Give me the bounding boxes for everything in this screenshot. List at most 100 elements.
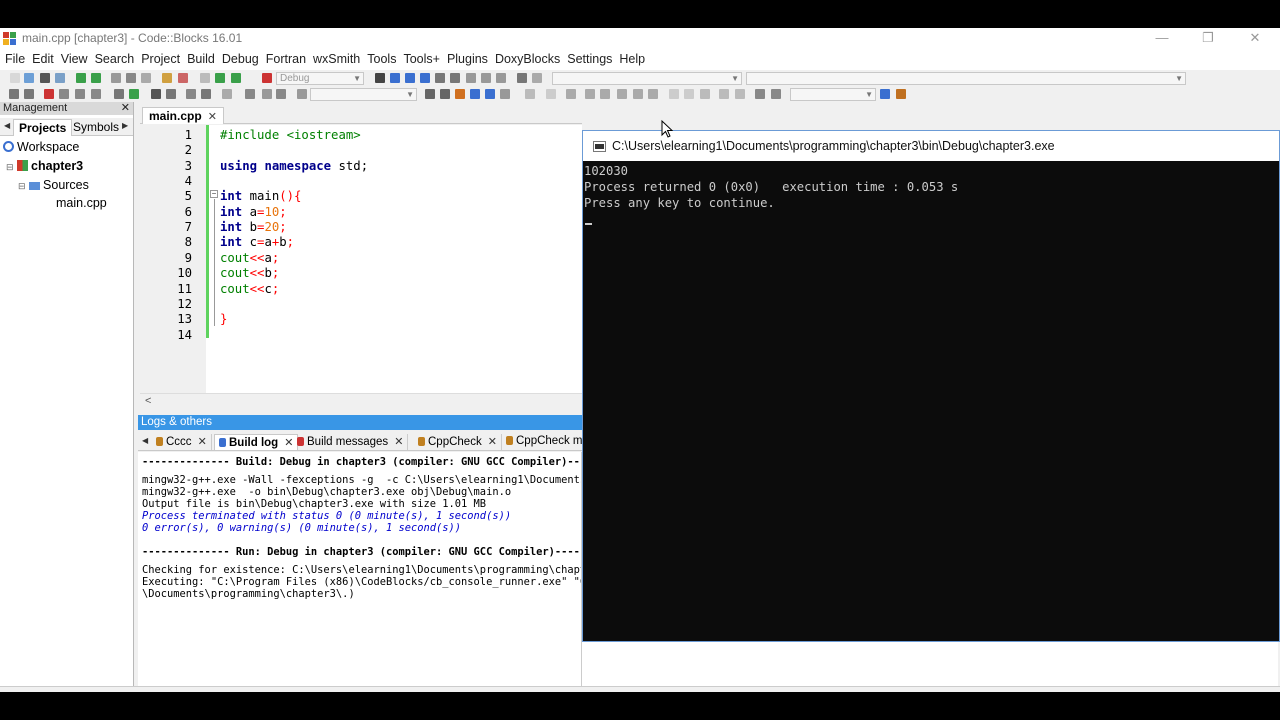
toolbar-btn-13-icon[interactable] <box>231 73 241 83</box>
toolbar-dropdown-1[interactable]: ▼ <box>552 72 742 85</box>
nav-btn-7-icon[interactable] <box>129 89 139 99</box>
toolbar-btn-11-icon[interactable] <box>200 73 210 83</box>
minimize-button[interactable]: — <box>1139 28 1185 50</box>
search-btn-1-icon[interactable] <box>896 89 906 99</box>
toolbar-btn-1-icon[interactable] <box>24 73 34 83</box>
symbol-select[interactable]: ▼ <box>310 88 417 101</box>
menu-settings[interactable]: Settings <box>564 50 615 70</box>
nav-btn-12-icon[interactable] <box>222 89 232 99</box>
tree-project[interactable]: ⊟ chapter3 <box>6 159 83 173</box>
code-line[interactable]: cout<<b; <box>220 266 279 281</box>
close-icon[interactable]: ✕ <box>198 436 207 448</box>
code-line[interactable]: int b=20; <box>220 220 287 235</box>
console-title-bar[interactable]: C:\Users\elearning1\Documents\programmin… <box>583 131 1279 161</box>
editor-tab-main[interactable]: main.cpp ✕ <box>142 107 224 124</box>
debug-btn-9-icon[interactable] <box>517 73 527 83</box>
toolbar-btn-14-icon[interactable] <box>262 73 272 83</box>
nav-btn-5-icon[interactable] <box>91 89 101 99</box>
tab-projects[interactable]: Projects <box>13 119 73 136</box>
management-close-icon[interactable]: ✕ <box>121 102 130 115</box>
console-output[interactable]: 102030 Process returned 0 (0x0) execution… <box>583 161 1279 641</box>
code-line[interactable]: using namespace std; <box>220 159 368 174</box>
tab-scroll-left-icon[interactable]: ◀ <box>142 436 148 445</box>
nav-btn-16-icon[interactable] <box>297 89 307 99</box>
tree-workspace[interactable]: Workspace <box>3 140 79 154</box>
menu-fortran[interactable]: Fortran <box>263 50 309 70</box>
debug-btn-2-icon[interactable] <box>405 73 415 83</box>
code-editor[interactable]: − 1 #include <iostream> 2 3 using namespace … <box>140 125 582 393</box>
nav-btn-2-icon[interactable] <box>44 89 54 99</box>
debug-btn-10-icon[interactable] <box>532 73 542 83</box>
toolbar-btn-3-icon[interactable] <box>55 73 65 83</box>
debug-btn-0-icon[interactable] <box>375 73 385 83</box>
code-line[interactable]: } <box>220 312 227 327</box>
tab-scroll-left-icon[interactable]: ◀ <box>4 121 10 130</box>
menu-project[interactable]: Project <box>138 50 183 70</box>
toolbar-btn-2-icon[interactable] <box>40 73 50 83</box>
debug-btn-4-icon[interactable] <box>435 73 445 83</box>
doc-btn-3-icon[interactable] <box>470 89 480 99</box>
doc-btn-0-icon[interactable] <box>425 89 435 99</box>
doc-btn-19-icon[interactable] <box>755 89 765 99</box>
debug-btn-3-icon[interactable] <box>420 73 430 83</box>
toolbar-dropdown-2[interactable]: ▼ <box>746 72 1186 85</box>
doc-btn-20-icon[interactable] <box>771 89 781 99</box>
nav-btn-3-icon[interactable] <box>59 89 69 99</box>
tab-build-messages[interactable]: Build messages ✕ <box>293 434 409 450</box>
nav-btn-11-icon[interactable] <box>201 89 211 99</box>
nav-btn-8-icon[interactable] <box>151 89 161 99</box>
toolbar-btn-4-icon[interactable] <box>76 73 86 83</box>
debug-btn-5-icon[interactable] <box>450 73 460 83</box>
doc-btn-13-icon[interactable] <box>648 89 658 99</box>
doc-btn-17-icon[interactable] <box>719 89 729 99</box>
maximize-button[interactable]: ❐ <box>1185 28 1231 50</box>
collapse-icon[interactable]: ⊟ <box>6 162 14 172</box>
code-line[interactable]: int main(){ <box>220 189 301 204</box>
doc-btn-8-icon[interactable] <box>566 89 576 99</box>
tab-symbols[interactable]: Symbols <box>68 119 124 136</box>
code-line[interactable]: cout<<c; <box>220 282 279 297</box>
tab-scroll-right-icon[interactable]: ▶ <box>122 121 128 130</box>
nav-btn-1-icon[interactable] <box>24 89 34 99</box>
toolbar-btn-5-icon[interactable] <box>91 73 101 83</box>
nav-btn-14-icon[interactable] <box>262 89 272 99</box>
doc-btn-6-icon[interactable] <box>525 89 535 99</box>
menu-file[interactable]: File <box>2 50 28 70</box>
tree-file-main[interactable]: main.cpp <box>56 196 107 210</box>
toolbar-btn-7-icon[interactable] <box>126 73 136 83</box>
search-select[interactable]: ▼ <box>790 88 876 101</box>
doc-btn-9-icon[interactable] <box>585 89 595 99</box>
toolbar-btn-12-icon[interactable] <box>215 73 225 83</box>
title-bar[interactable]: main.cpp [chapter3] - Code::Blocks 16.01… <box>0 28 1280 50</box>
nav-btn-13-icon[interactable] <box>245 89 255 99</box>
doc-btn-15-icon[interactable] <box>684 89 694 99</box>
menu-build[interactable]: Build <box>184 50 218 70</box>
close-button[interactable]: ✕ <box>1232 28 1278 50</box>
doc-btn-10-icon[interactable] <box>600 89 610 99</box>
menu-debug[interactable]: Debug <box>219 50 262 70</box>
build-log-output[interactable]: -------------- Build: Debug in chapter3 … <box>138 452 582 686</box>
doc-btn-16-icon[interactable] <box>700 89 710 99</box>
doc-btn-14-icon[interactable] <box>669 89 679 99</box>
search-btn-0-icon[interactable] <box>880 89 890 99</box>
console-window[interactable]: C:\Users\elearning1\Documents\programmin… <box>582 130 1280 642</box>
menu-doxyblocks[interactable]: DoxyBlocks <box>492 50 563 70</box>
doc-btn-18-icon[interactable] <box>735 89 745 99</box>
menu-wxsmith[interactable]: wxSmith <box>310 50 363 70</box>
debug-btn-8-icon[interactable] <box>496 73 506 83</box>
debug-btn-7-icon[interactable] <box>481 73 491 83</box>
close-icon[interactable]: ✕ <box>208 111 217 123</box>
nav-btn-15-icon[interactable] <box>276 89 286 99</box>
nav-btn-9-icon[interactable] <box>166 89 176 99</box>
menu-plugins[interactable]: Plugins <box>444 50 491 70</box>
debug-btn-6-icon[interactable] <box>466 73 476 83</box>
tab-cppcheck[interactable]: CppCheck ✕ <box>414 434 502 450</box>
nav-btn-10-icon[interactable] <box>186 89 196 99</box>
close-icon[interactable]: ✕ <box>488 436 497 448</box>
code-line[interactable]: #include <iostream> <box>220 128 361 143</box>
build-target-select[interactable]: Debug ▼ <box>276 72 364 85</box>
nav-btn-6-icon[interactable] <box>114 89 124 99</box>
collapse-icon[interactable]: ⊟ <box>18 181 26 191</box>
doc-btn-12-icon[interactable] <box>633 89 643 99</box>
debug-btn-1-icon[interactable] <box>390 73 400 83</box>
